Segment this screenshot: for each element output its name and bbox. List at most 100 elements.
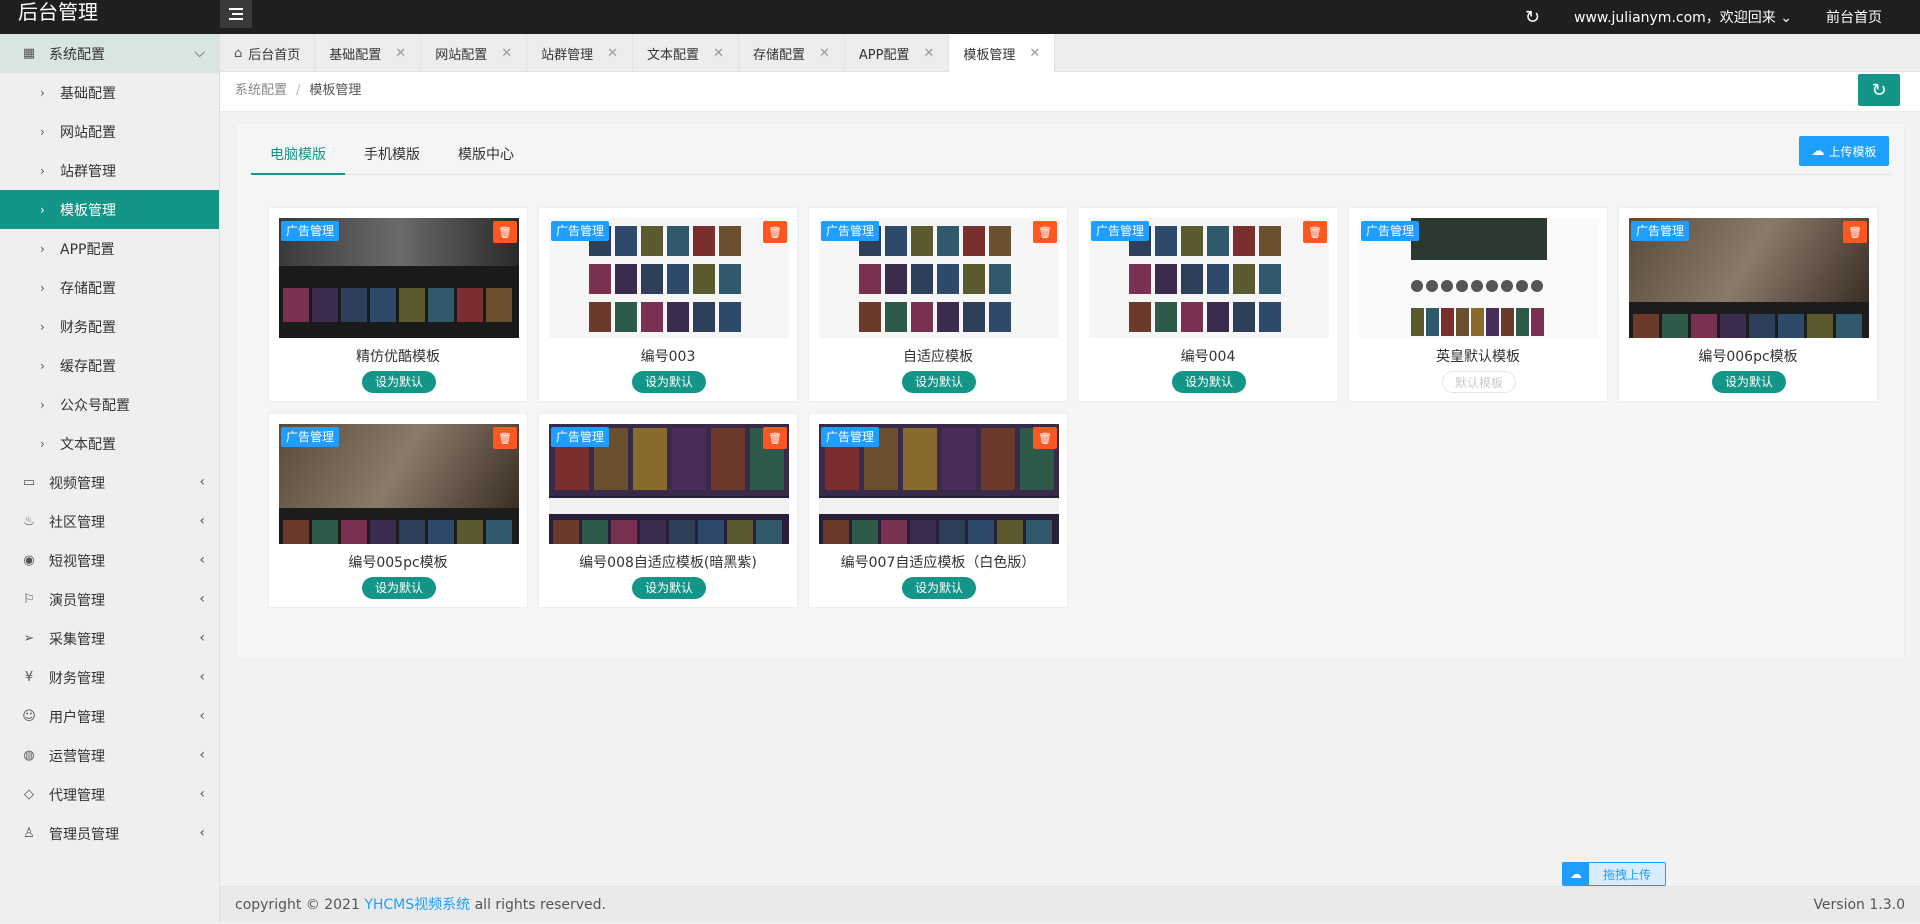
sidebar-group[interactable]: ♙ 管理员管理 ‹ (0, 814, 219, 853)
poster-tile (1501, 280, 1513, 292)
copyright: copyright © 2021 YHCMS视频系统 all rights re… (235, 887, 606, 924)
sidebar-item[interactable]: › 基础配置 (0, 73, 219, 112)
tab[interactable]: 基础配置 ✕ (315, 34, 422, 72)
ad-manage-tag[interactable]: 广告管理 (281, 427, 340, 447)
ad-manage-tag[interactable]: 广告管理 (551, 221, 610, 241)
delete-template-button[interactable]: 🗑 (493, 427, 517, 449)
set-default-button[interactable]: 设为默认 (902, 371, 976, 393)
sidebar-group[interactable]: ➢ 采集管理 ‹ (0, 619, 219, 658)
set-default-button[interactable]: 设为默认 (362, 371, 436, 393)
poster-tile (582, 520, 608, 544)
sidebar-group-system-config[interactable]: ▦ 系统配置 ⌵ (0, 34, 219, 73)
template-name: 自适应模板 (903, 349, 973, 365)
sidebar-item[interactable]: › 网站配置 (0, 112, 219, 151)
sidebar-item[interactable]: › APP配置 (0, 229, 219, 268)
upload-template-button[interactable]: ☁ 上传模板 (1799, 136, 1889, 166)
poster-tile (937, 226, 959, 256)
poster-tile (1749, 314, 1775, 338)
delete-template-button[interactable]: 🗑 (763, 427, 787, 449)
delete-template-button[interactable]: 🗑 (763, 221, 787, 243)
delete-template-button[interactable]: 🗑 (1843, 221, 1867, 243)
sidebar-item[interactable]: › 文本配置 (0, 424, 219, 463)
set-default-button[interactable]: 设为默认 (1172, 371, 1246, 393)
template-card: 广告管理 🗑 编号007自适应模板（白色版） 设为默认 (808, 413, 1068, 608)
close-icon[interactable]: ✕ (713, 46, 724, 61)
poster-tile (283, 520, 309, 544)
tab[interactable]: ⌂ 后台首页 (220, 34, 316, 72)
menu-toggle-button[interactable] (220, 0, 252, 28)
tab[interactable]: 站群管理 ✕ (527, 34, 634, 72)
sidebar-group[interactable]: ¥ 财务管理 ‹ (0, 658, 219, 697)
ad-manage-tag[interactable]: 广告管理 (821, 427, 880, 447)
sidebar-group[interactable]: ⚐ 演员管理 ‹ (0, 580, 219, 619)
sidebar-item[interactable]: › 公众号配置 (0, 385, 219, 424)
sidebar-item[interactable]: › 模板管理 (0, 190, 219, 229)
breadcrumb-parent[interactable]: 系统配置 (235, 83, 287, 98)
close-icon[interactable]: ✕ (1029, 46, 1040, 61)
set-default-button[interactable]: 设为默认 (902, 577, 976, 599)
set-default-button[interactable]: 设为默认 (1712, 371, 1786, 393)
template-card: 广告管理 🗑 精仿优酷模板 设为默认 (268, 207, 528, 402)
template-name: 编号008自适应模板(暗黑紫) (579, 555, 757, 571)
user-menu[interactable]: www.julianym.com，欢迎回来 ⌄ (1574, 7, 1792, 27)
close-icon[interactable]: ✕ (819, 46, 830, 61)
ad-manage-tag[interactable]: 广告管理 (551, 427, 610, 447)
sidebar-item[interactable]: › 存储配置 (0, 268, 219, 307)
sidebar-group[interactable]: ♨ 社区管理 ‹ (0, 502, 219, 541)
poster-tile (1633, 314, 1659, 338)
poster-tile (1233, 302, 1255, 332)
content-tab[interactable]: 电脑模版 (251, 135, 345, 175)
tab[interactable]: 网站配置 ✕ (421, 34, 528, 72)
set-default-button[interactable]: 设为默认 (362, 577, 436, 599)
sidebar-group[interactable]: ☺ 用户管理 ‹ (0, 697, 219, 736)
delete-template-button[interactable]: 🗑 (1033, 221, 1057, 243)
sidebar-group[interactable]: ◇ 代理管理 ‹ (0, 775, 219, 814)
close-icon[interactable]: ✕ (923, 46, 934, 61)
ad-manage-tag[interactable]: 广告管理 (1631, 221, 1690, 241)
poster-tile (1233, 226, 1255, 256)
sidebar-group[interactable]: ▭ 视频管理 ‹ (0, 463, 219, 502)
poster-tile (1531, 280, 1543, 292)
refresh-icon: ↻ (1871, 79, 1887, 101)
template-panel: 电脑模版 手机模版 模版中心 ☁ 上传模板 广告管理 🗑 精仿优酷模板 设为默认 广告管理 🗑 编… (235, 122, 1905, 660)
sidebar-item[interactable]: › 缓存配置 (0, 346, 219, 385)
content-tab[interactable]: 模版中心 (439, 135, 533, 175)
close-icon[interactable]: ✕ (607, 46, 618, 61)
ad-manage-tag[interactable]: 广告管理 (281, 221, 340, 241)
sidebar-item[interactable]: › 站群管理 (0, 151, 219, 190)
set-default-button[interactable]: 设为默认 (632, 371, 706, 393)
close-icon[interactable]: ✕ (395, 46, 406, 61)
reload-button[interactable]: ↻ (1858, 74, 1900, 106)
tab[interactable]: 存储配置 ✕ (739, 34, 845, 72)
frontend-home-link[interactable]: 前台首页 (1826, 7, 1882, 27)
poster-tile (1486, 308, 1499, 336)
hamburger-icon (229, 8, 243, 20)
tab[interactable]: 文本配置 ✕ (633, 34, 739, 72)
drag-upload-widget[interactable]: ☁ 拖拽上传 (1562, 862, 1666, 886)
poster-tile (1181, 302, 1203, 332)
flame-icon: ♨ (23, 514, 35, 529)
template-type-tabs: 电脑模版 手机模版 模版中心 (251, 135, 1891, 175)
refresh-page-icon[interactable]: ↻ (1525, 7, 1540, 28)
poster-tile (615, 264, 637, 294)
ad-manage-tag[interactable]: 广告管理 (1361, 221, 1420, 241)
brand-link[interactable]: YHCMS视频系统 (364, 897, 470, 913)
tab[interactable]: APP配置 ✕ (845, 34, 950, 72)
delete-template-button[interactable]: 🗑 (493, 221, 517, 243)
tab[interactable]: 模板管理 ✕ (949, 34, 1056, 72)
sidebar-group[interactable]: ◍ 运营管理 ‹ (0, 736, 219, 775)
tab-label: 站群管理 (541, 47, 594, 63)
set-default-button[interactable]: 设为默认 (632, 577, 706, 599)
ad-manage-tag[interactable]: 广告管理 (821, 221, 880, 241)
content-tab[interactable]: 手机模版 (345, 135, 439, 175)
delete-template-button[interactable]: 🗑 (1033, 427, 1057, 449)
sidebar-item[interactable]: › 财务配置 (0, 307, 219, 346)
tab-label: 网站配置 (435, 47, 488, 63)
ad-manage-tag[interactable]: 广告管理 (1091, 221, 1150, 241)
close-icon[interactable]: ✕ (501, 46, 512, 61)
delete-template-button[interactable]: 🗑 (1303, 221, 1327, 243)
sidebar-group[interactable]: ◉ 短视管理 ‹ (0, 541, 219, 580)
app-logo[interactable]: 后台管理 (18, 0, 98, 34)
poster-tile (457, 288, 483, 322)
chevron-left-icon: ‹ (199, 513, 205, 529)
